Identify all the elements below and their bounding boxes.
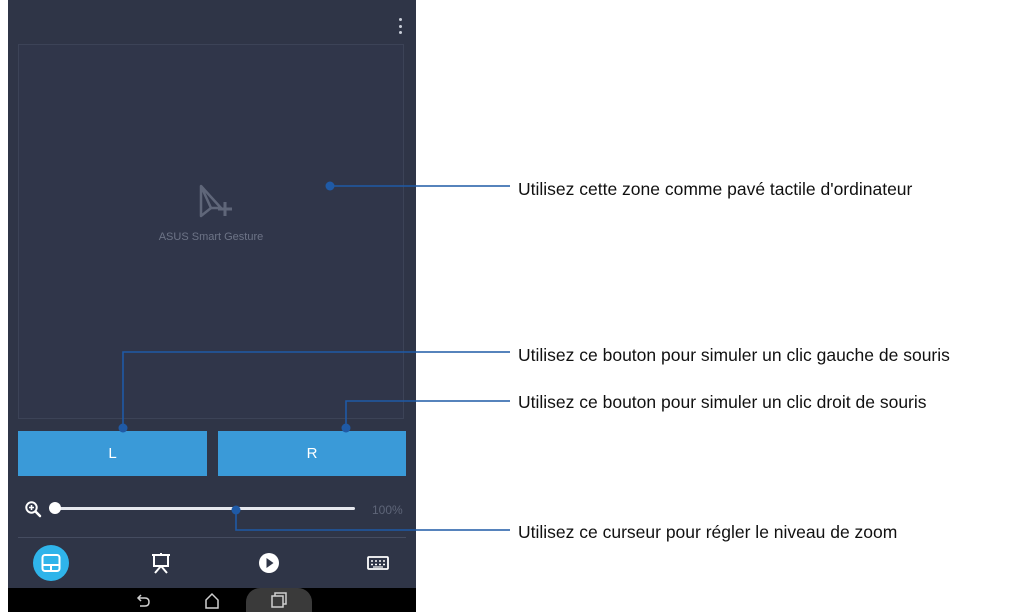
touchpad-area[interactable]: ASUS Smart Gesture xyxy=(18,44,404,419)
presentation-icon xyxy=(152,553,170,574)
keyboard-icon xyxy=(367,556,389,570)
tab-media[interactable] xyxy=(251,545,287,581)
tab-touchpad[interactable] xyxy=(33,545,69,581)
play-icon xyxy=(259,553,279,573)
divider xyxy=(18,537,406,538)
zoom-slider-track[interactable] xyxy=(55,507,355,510)
left-click-button[interactable]: L xyxy=(18,431,207,476)
zoom-in-icon xyxy=(25,501,42,518)
tab-keyboard[interactable] xyxy=(360,545,396,581)
system-navigation-bar xyxy=(8,588,416,612)
recent-apps-icon xyxy=(271,592,287,608)
home-icon[interactable] xyxy=(202,590,222,610)
recent-apps-button[interactable] xyxy=(246,588,312,612)
zoom-control: 100% xyxy=(8,494,416,524)
cursor-gesture-icon xyxy=(199,184,232,218)
zoom-slider-thumb[interactable] xyxy=(49,502,61,514)
smart-gesture-screen: ASUS Smart Gesture L R 100% xyxy=(8,0,416,612)
overflow-menu-icon[interactable] xyxy=(398,18,402,34)
zoom-value-label: 100% xyxy=(372,503,403,517)
tab-presentation[interactable] xyxy=(143,545,179,581)
callout-touchpad-text: Utilisez cette zone comme pavé tactile d… xyxy=(518,179,913,199)
back-icon[interactable] xyxy=(133,590,153,610)
app-name-label: ASUS Smart Gesture xyxy=(158,231,264,243)
callout-left-click-text: Utilisez ce bouton pour simuler un clic … xyxy=(518,345,950,365)
right-click-button[interactable]: R xyxy=(218,431,406,476)
callout-right-click-text: Utilisez ce bouton pour simuler un clic … xyxy=(518,392,927,412)
touchpad-icon xyxy=(41,554,61,572)
callout-zoom-text: Utilisez ce curseur pour régler le nivea… xyxy=(518,522,898,542)
